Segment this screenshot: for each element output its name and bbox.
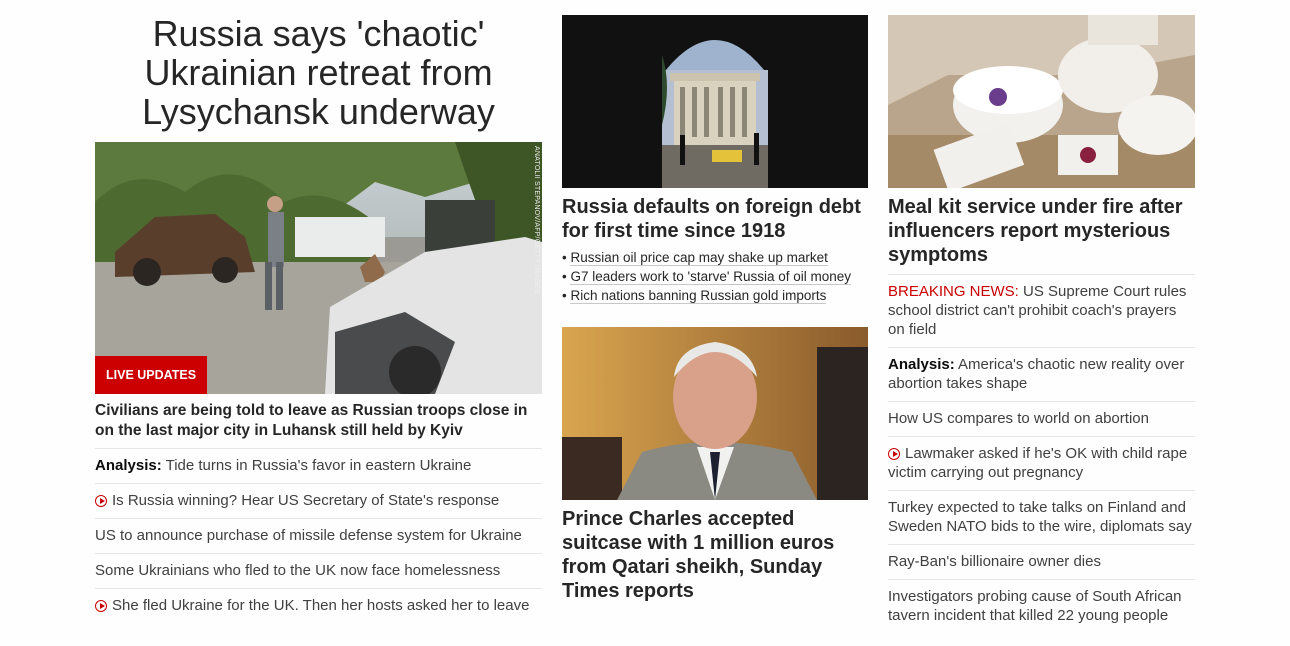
bullet-link[interactable]: • Rich nations banning Russian gold impo… bbox=[562, 286, 868, 305]
bullet-text: G7 leaders work to 'starve' Russia of oi… bbox=[570, 269, 852, 285]
lead-story-link[interactable]: Civilians are being told to leave as Rus… bbox=[95, 401, 542, 441]
bullet-text: Russian oil price cap may shake up marke… bbox=[570, 250, 828, 266]
photo-credit: ANATOLII STEPANOV/AFP/GETTY IMAGES bbox=[533, 146, 540, 294]
bullet-link[interactable]: • G7 leaders work to 'starve' Russia of … bbox=[562, 267, 868, 286]
breaking-news-label: BREAKING NEWS: bbox=[888, 283, 1019, 300]
play-circle-icon bbox=[888, 448, 900, 460]
russia-debt-bullets: • Russian oil price cap may shake up mar… bbox=[562, 248, 868, 305]
item-text: Lawmaker asked if he's OK with child rap… bbox=[888, 445, 1188, 481]
play-circle-icon bbox=[95, 600, 107, 612]
item-text: Investigators probing cause of South Afr… bbox=[888, 588, 1182, 624]
analysis-label: Analysis: bbox=[95, 457, 162, 474]
bullet-text: Rich nations banning Russian gold import… bbox=[570, 288, 827, 304]
list-item[interactable]: Analysis: America's chaotic new reality … bbox=[888, 347, 1195, 401]
live-updates-badge[interactable]: LIVE UPDATES bbox=[95, 356, 208, 394]
russia-debt-story[interactable]: Russia defaults on foreign debt for firs… bbox=[562, 195, 868, 243]
item-text: She fled Ukraine for the UK. Then her ho… bbox=[112, 597, 530, 614]
list-item[interactable]: Lawmaker asked if he's OK with child rap… bbox=[888, 436, 1195, 490]
list-item[interactable]: Investigators probing cause of South Afr… bbox=[888, 579, 1195, 633]
lead-headline[interactable]: Russia says 'chaotic' Ukrainian retreat … bbox=[95, 14, 542, 131]
item-text: Turkey expected to take talks on Finland… bbox=[888, 499, 1192, 535]
list-item[interactable]: Some Ukrainians who fled to the UK now f… bbox=[95, 553, 542, 588]
item-text: US to announce purchase of missile defen… bbox=[95, 527, 522, 544]
play-circle-icon bbox=[95, 495, 107, 507]
item-text: How US compares to world on abortion bbox=[888, 410, 1149, 427]
prince-charles-photo[interactable] bbox=[562, 327, 868, 500]
list-item[interactable]: She fled Ukraine for the UK. Then her ho… bbox=[95, 588, 542, 623]
prince-charles-story[interactable]: Prince Charles accepted suitcase with 1 … bbox=[562, 507, 868, 603]
lead-photo[interactable]: ANATOLII STEPANOV/AFP/GETTY IMAGES LIVE … bbox=[95, 142, 542, 394]
list-item[interactable]: Analysis: Tide turns in Russia's favor i… bbox=[95, 448, 542, 483]
item-text: Tide turns in Russia's favor in eastern … bbox=[161, 457, 472, 474]
meal-kit-photo[interactable] bbox=[888, 15, 1195, 188]
russia-debt-photo[interactable] bbox=[562, 15, 868, 188]
list-item[interactable]: Is Russia winning? Hear US Secretary of … bbox=[95, 483, 542, 518]
list-item[interactable]: BREAKING NEWS: US Supreme Court rules sc… bbox=[888, 274, 1195, 347]
lead-related-list: Analysis: Tide turns in Russia's favor i… bbox=[95, 448, 542, 623]
right-related-list: BREAKING NEWS: US Supreme Court rules sc… bbox=[888, 274, 1195, 633]
bullet-link[interactable]: • Russian oil price cap may shake up mar… bbox=[562, 248, 868, 267]
list-item[interactable]: Ray-Ban's billionaire owner dies bbox=[888, 544, 1195, 579]
list-item[interactable]: US to announce purchase of missile defen… bbox=[95, 518, 542, 553]
item-text: Ray-Ban's billionaire owner dies bbox=[888, 553, 1101, 570]
meal-kit-story[interactable]: Meal kit service under fire after influe… bbox=[888, 195, 1195, 267]
item-text: Is Russia winning? Hear US Secretary of … bbox=[112, 492, 500, 509]
list-item[interactable]: Turkey expected to take talks on Finland… bbox=[888, 490, 1195, 544]
item-text: Some Ukrainians who fled to the UK now f… bbox=[95, 562, 501, 579]
analysis-label: Analysis: bbox=[888, 356, 955, 373]
list-item[interactable]: How US compares to world on abortion bbox=[888, 401, 1195, 436]
